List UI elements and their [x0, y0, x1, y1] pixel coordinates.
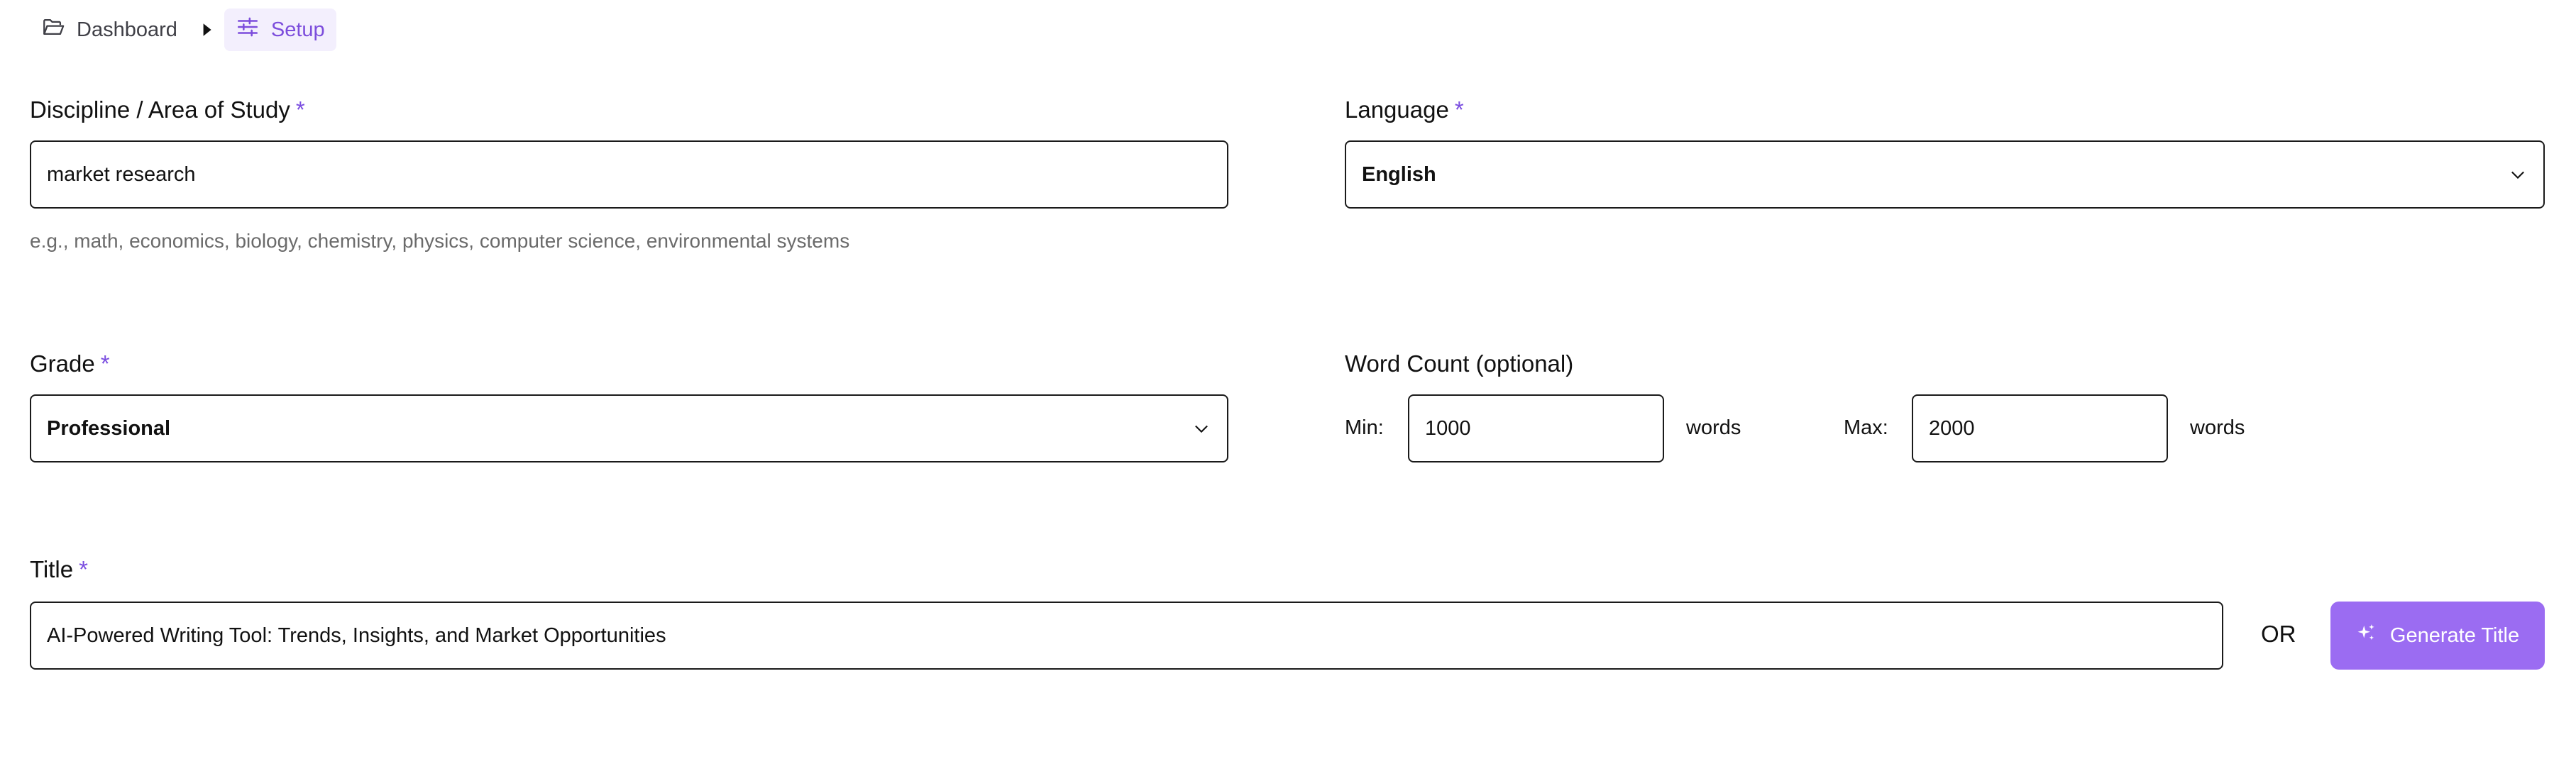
language-select[interactable]: English: [1345, 140, 2545, 209]
title-input[interactable]: AI-Powered Writing Tool: Trends, Insight…: [30, 602, 2223, 670]
word-count-label: Word Count (optional): [1345, 350, 1574, 377]
max-words-unit: words: [2190, 416, 2245, 439]
discipline-label: Discipline / Area of Study *: [30, 96, 305, 123]
or-separator: OR: [2261, 621, 2296, 647]
setup-page: Dashboard Setup Discipline / Area of Stu…: [0, 0, 2576, 759]
chevron-down-icon: [1195, 425, 1208, 433]
grade-value: Professional: [47, 416, 171, 440]
grade-label: Grade *: [30, 350, 110, 377]
breadcrumb-dashboard[interactable]: Dashboard: [30, 9, 189, 51]
language-label: Language *: [1345, 96, 1464, 123]
discipline-hint: e.g., math, economics, biology, chemistr…: [30, 230, 850, 252]
required-marker: *: [100, 350, 110, 377]
required-marker: *: [1454, 96, 1464, 123]
grade-select[interactable]: Professional: [30, 394, 1228, 462]
grade-label-text: Grade: [30, 350, 95, 377]
language-value: English: [1362, 162, 1436, 186]
max-label: Max:: [1844, 416, 1888, 439]
breadcrumb-setup[interactable]: Setup: [224, 9, 336, 51]
caret-right-icon: [189, 22, 224, 38]
min-words-unit: words: [1686, 416, 1741, 439]
min-words-value: 1000: [1425, 416, 1471, 440]
sliders-icon: [236, 15, 260, 45]
title-value: AI-Powered Writing Tool: Trends, Insight…: [47, 624, 666, 647]
discipline-input[interactable]: market research: [30, 140, 1228, 209]
generate-title-label: Generate Title: [2389, 624, 2520, 647]
max-words-input[interactable]: 2000: [1912, 394, 2168, 462]
folder-open-icon: [41, 15, 65, 45]
min-words-input[interactable]: 1000: [1408, 394, 1664, 462]
discipline-value: market research: [47, 162, 196, 186]
title-label-text: Title: [30, 556, 74, 582]
language-label-text: Language: [1345, 96, 1449, 123]
breadcrumb-setup-label: Setup: [270, 18, 325, 41]
chevron-down-icon: [2511, 171, 2524, 179]
discipline-label-text: Discipline / Area of Study: [30, 96, 290, 123]
sparkles-icon: [2356, 622, 2377, 649]
title-label: Title *: [30, 556, 88, 583]
min-label: Min:: [1345, 416, 1384, 439]
generate-title-button[interactable]: Generate Title: [2330, 602, 2545, 670]
breadcrumb: Dashboard Setup: [30, 9, 336, 51]
breadcrumb-dashboard-label: Dashboard: [77, 18, 177, 41]
required-marker: *: [79, 556, 88, 582]
max-words-value: 2000: [1929, 416, 1975, 440]
required-marker: *: [295, 96, 305, 123]
